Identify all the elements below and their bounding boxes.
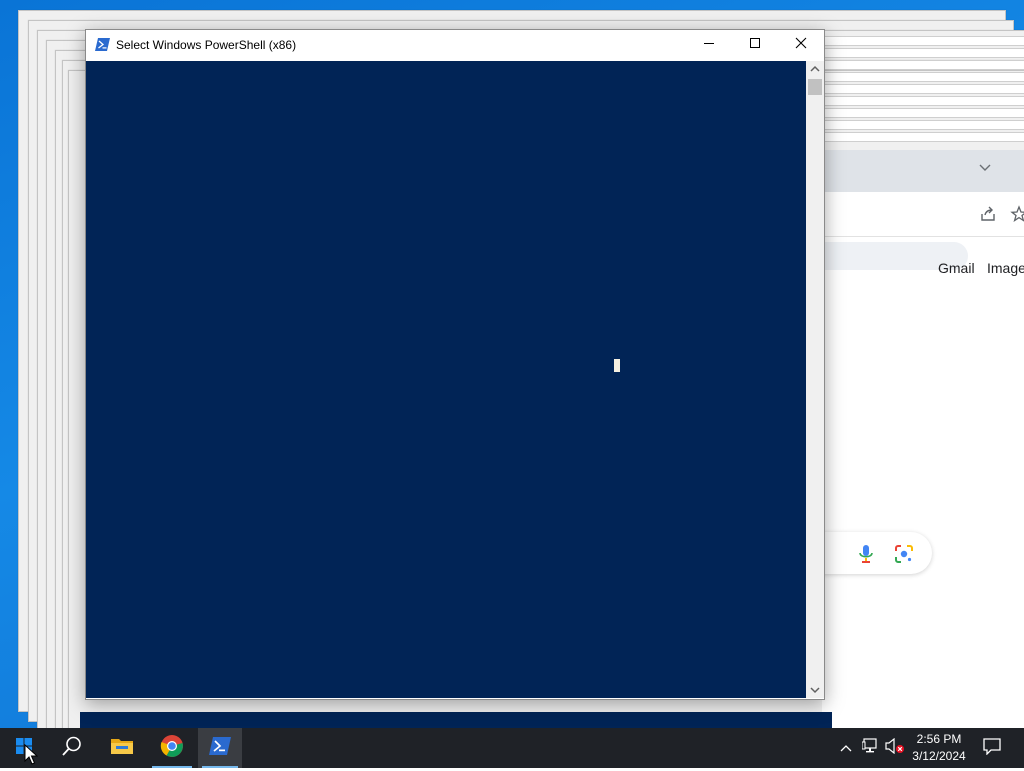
network-icon <box>861 737 880 759</box>
scroll-thumb[interactable] <box>808 79 822 95</box>
notifications-icon <box>983 737 1001 760</box>
ghost-window-edge <box>820 132 1024 142</box>
desktop: Gmail Images Select Windows PowerShell (… <box>0 0 1024 728</box>
minimize-button[interactable] <box>686 30 732 60</box>
ghost-window-edge <box>820 48 1024 58</box>
text-cursor <box>614 359 620 372</box>
tab-dropdown-icon[interactable] <box>978 160 992 178</box>
close-icon <box>795 36 807 54</box>
bookmark-star-icon[interactable] <box>1010 205 1024 227</box>
ghost-window-edge <box>820 120 1024 130</box>
console-area[interactable] <box>86 61 806 698</box>
taskbar: 2:56 PM 3/12/2024 <box>0 728 1024 768</box>
chrome-taskbar-button[interactable] <box>148 728 196 768</box>
close-button[interactable] <box>778 30 824 60</box>
ghost-window-edge <box>820 96 1024 106</box>
images-link[interactable]: Images <box>987 260 1024 276</box>
gmail-link[interactable]: Gmail <box>938 260 975 276</box>
title-bar[interactable]: Select Windows PowerShell (x86) <box>86 30 824 60</box>
search-icon <box>61 735 83 762</box>
ghost-window-edge <box>820 84 1024 94</box>
powershell-window[interactable]: Select Windows PowerShell (x86) <box>85 29 825 700</box>
chrome-browser-window: Gmail Images <box>802 150 1024 728</box>
ghost-window-edge <box>820 60 1024 70</box>
vertical-scrollbar[interactable] <box>806 61 824 698</box>
maximize-icon <box>749 36 761 54</box>
file-explorer-button[interactable] <box>98 728 146 768</box>
search-button[interactable] <box>48 728 96 768</box>
chrome-tab-strip <box>822 150 1024 192</box>
ghost-window-edge <box>820 108 1024 118</box>
powershell-icon <box>209 736 231 760</box>
background-console-edge <box>80 712 832 728</box>
chrome-toolbar <box>822 192 1024 270</box>
lens-search-icon[interactable] <box>894 544 914 568</box>
volume-muted-icon <box>885 737 905 759</box>
network-button[interactable] <box>860 728 882 768</box>
minimize-icon <box>703 36 715 54</box>
maximize-button[interactable] <box>732 30 778 60</box>
scroll-down-button[interactable] <box>806 682 824 698</box>
ghost-window-edge <box>820 36 1024 46</box>
clock-time: 2:56 PM <box>916 732 962 746</box>
chrome-icon <box>160 734 184 763</box>
chevron-up-icon <box>840 739 852 757</box>
show-hidden-icons-button[interactable] <box>836 728 856 768</box>
scroll-up-button[interactable] <box>806 61 824 77</box>
clock[interactable]: 2:56 PM 3/12/2024 <box>908 731 970 767</box>
window-title: Select Windows PowerShell (x86) <box>116 38 297 52</box>
chevron-up-icon <box>810 60 820 78</box>
action-center-button[interactable] <box>978 728 1006 768</box>
clock-date: 3/12/2024 <box>912 749 966 763</box>
voice-search-icon[interactable] <box>858 544 874 568</box>
powershell-taskbar-button[interactable] <box>198 728 242 768</box>
share-icon[interactable] <box>979 205 997 227</box>
volume-button[interactable] <box>884 728 906 768</box>
folder-icon <box>110 736 134 761</box>
mouse-pointer <box>24 743 39 766</box>
powershell-icon <box>95 38 110 51</box>
chevron-down-icon <box>810 681 820 699</box>
ghost-window-edge <box>820 72 1024 82</box>
